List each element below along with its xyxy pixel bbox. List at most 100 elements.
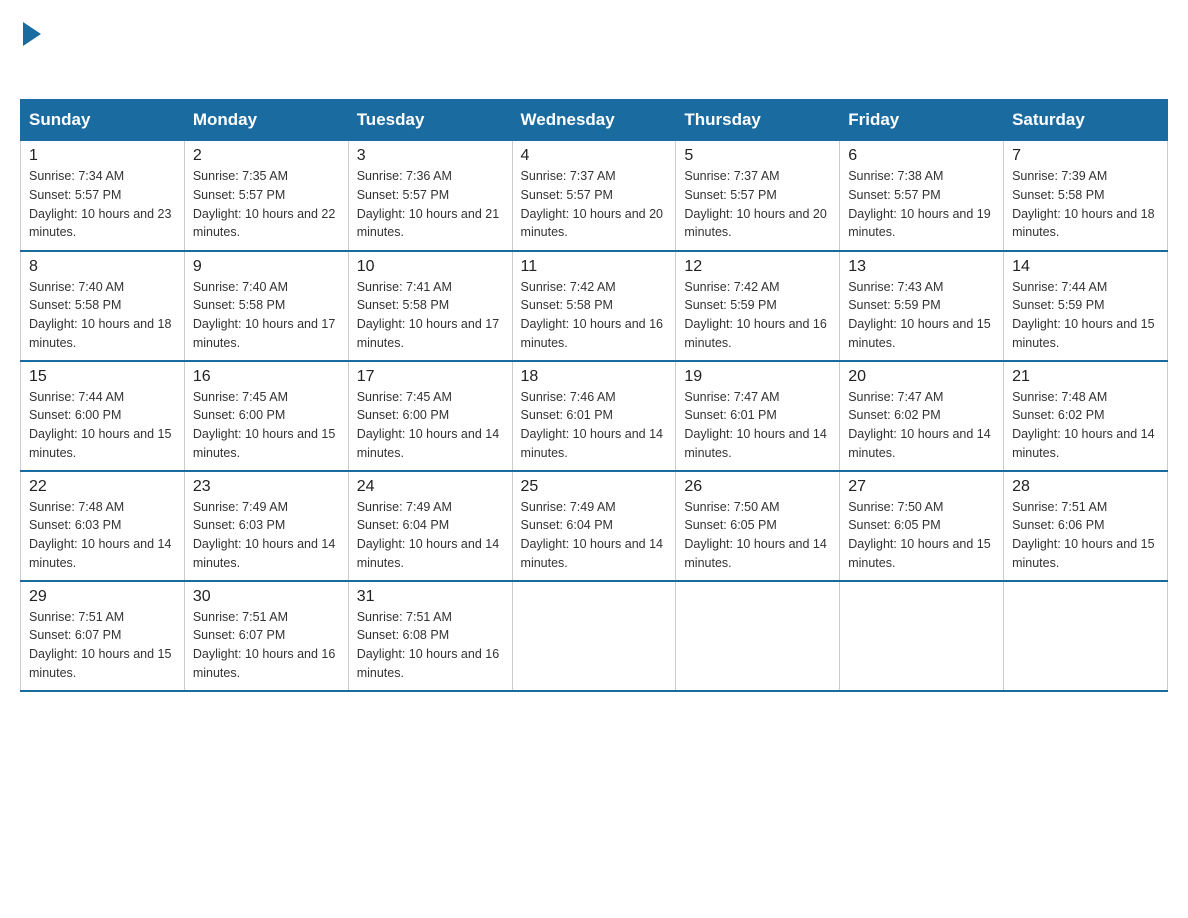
day-number: 3	[357, 147, 504, 165]
calendar-week-row: 8 Sunrise: 7:40 AMSunset: 5:58 PMDayligh…	[21, 251, 1168, 361]
col-header-wednesday: Wednesday	[512, 100, 676, 141]
day-info: Sunrise: 7:35 AMSunset: 5:57 PMDaylight:…	[193, 169, 335, 239]
day-number: 7	[1012, 147, 1159, 165]
calendar-cell: 10 Sunrise: 7:41 AMSunset: 5:58 PMDaylig…	[348, 251, 512, 361]
day-number: 26	[684, 478, 831, 496]
day-number: 5	[684, 147, 831, 165]
calendar-cell: 16 Sunrise: 7:45 AMSunset: 6:00 PMDaylig…	[184, 361, 348, 471]
day-info: Sunrise: 7:48 AMSunset: 6:03 PMDaylight:…	[29, 500, 171, 570]
calendar-week-row: 29 Sunrise: 7:51 AMSunset: 6:07 PMDaylig…	[21, 581, 1168, 691]
day-number: 25	[521, 478, 668, 496]
day-info: Sunrise: 7:42 AMSunset: 5:59 PMDaylight:…	[684, 280, 826, 350]
calendar-cell: 22 Sunrise: 7:48 AMSunset: 6:03 PMDaylig…	[21, 471, 185, 581]
col-header-tuesday: Tuesday	[348, 100, 512, 141]
calendar-week-row: 15 Sunrise: 7:44 AMSunset: 6:00 PMDaylig…	[21, 361, 1168, 471]
day-number: 24	[357, 478, 504, 496]
calendar-cell	[512, 581, 676, 691]
day-info: Sunrise: 7:51 AMSunset: 6:08 PMDaylight:…	[357, 610, 499, 680]
col-header-saturday: Saturday	[1004, 100, 1168, 141]
logo	[20, 20, 41, 79]
calendar-cell: 15 Sunrise: 7:44 AMSunset: 6:00 PMDaylig…	[21, 361, 185, 471]
day-info: Sunrise: 7:49 AMSunset: 6:03 PMDaylight:…	[193, 500, 335, 570]
day-info: Sunrise: 7:51 AMSunset: 6:07 PMDaylight:…	[193, 610, 335, 680]
day-info: Sunrise: 7:38 AMSunset: 5:57 PMDaylight:…	[848, 169, 990, 239]
calendar-cell: 17 Sunrise: 7:45 AMSunset: 6:00 PMDaylig…	[348, 361, 512, 471]
day-info: Sunrise: 7:49 AMSunset: 6:04 PMDaylight:…	[521, 500, 663, 570]
day-number: 9	[193, 258, 340, 276]
calendar-cell: 2 Sunrise: 7:35 AMSunset: 5:57 PMDayligh…	[184, 141, 348, 251]
calendar-cell: 31 Sunrise: 7:51 AMSunset: 6:08 PMDaylig…	[348, 581, 512, 691]
calendar-cell: 9 Sunrise: 7:40 AMSunset: 5:58 PMDayligh…	[184, 251, 348, 361]
day-info: Sunrise: 7:39 AMSunset: 5:58 PMDaylight:…	[1012, 169, 1154, 239]
day-info: Sunrise: 7:44 AMSunset: 5:59 PMDaylight:…	[1012, 280, 1154, 350]
day-number: 1	[29, 147, 176, 165]
day-number: 2	[193, 147, 340, 165]
day-info: Sunrise: 7:40 AMSunset: 5:58 PMDaylight:…	[29, 280, 171, 350]
day-info: Sunrise: 7:43 AMSunset: 5:59 PMDaylight:…	[848, 280, 990, 350]
calendar-cell: 1 Sunrise: 7:34 AMSunset: 5:57 PMDayligh…	[21, 141, 185, 251]
col-header-friday: Friday	[840, 100, 1004, 141]
page-header	[20, 20, 1168, 79]
calendar-cell: 4 Sunrise: 7:37 AMSunset: 5:57 PMDayligh…	[512, 141, 676, 251]
day-number: 11	[521, 258, 668, 276]
calendar-cell: 30 Sunrise: 7:51 AMSunset: 6:07 PMDaylig…	[184, 581, 348, 691]
day-number: 29	[29, 588, 176, 606]
calendar-cell: 24 Sunrise: 7:49 AMSunset: 6:04 PMDaylig…	[348, 471, 512, 581]
day-info: Sunrise: 7:46 AMSunset: 6:01 PMDaylight:…	[521, 390, 663, 460]
calendar-header-row: SundayMondayTuesdayWednesdayThursdayFrid…	[21, 100, 1168, 141]
calendar-week-row: 1 Sunrise: 7:34 AMSunset: 5:57 PMDayligh…	[21, 141, 1168, 251]
day-info: Sunrise: 7:41 AMSunset: 5:58 PMDaylight:…	[357, 280, 499, 350]
day-number: 13	[848, 258, 995, 276]
calendar-cell: 26 Sunrise: 7:50 AMSunset: 6:05 PMDaylig…	[676, 471, 840, 581]
col-header-sunday: Sunday	[21, 100, 185, 141]
calendar-cell: 28 Sunrise: 7:51 AMSunset: 6:06 PMDaylig…	[1004, 471, 1168, 581]
day-info: Sunrise: 7:44 AMSunset: 6:00 PMDaylight:…	[29, 390, 171, 460]
calendar-cell: 29 Sunrise: 7:51 AMSunset: 6:07 PMDaylig…	[21, 581, 185, 691]
day-info: Sunrise: 7:49 AMSunset: 6:04 PMDaylight:…	[357, 500, 499, 570]
day-info: Sunrise: 7:37 AMSunset: 5:57 PMDaylight:…	[521, 169, 663, 239]
day-number: 30	[193, 588, 340, 606]
logo-chevron-icon	[23, 22, 41, 46]
day-number: 14	[1012, 258, 1159, 276]
day-number: 22	[29, 478, 176, 496]
calendar-cell: 12 Sunrise: 7:42 AMSunset: 5:59 PMDaylig…	[676, 251, 840, 361]
calendar-cell: 20 Sunrise: 7:47 AMSunset: 6:02 PMDaylig…	[840, 361, 1004, 471]
calendar-cell	[676, 581, 840, 691]
calendar-cell: 3 Sunrise: 7:36 AMSunset: 5:57 PMDayligh…	[348, 141, 512, 251]
day-info: Sunrise: 7:40 AMSunset: 5:58 PMDaylight:…	[193, 280, 335, 350]
day-info: Sunrise: 7:51 AMSunset: 6:07 PMDaylight:…	[29, 610, 171, 680]
day-info: Sunrise: 7:50 AMSunset: 6:05 PMDaylight:…	[848, 500, 990, 570]
day-info: Sunrise: 7:36 AMSunset: 5:57 PMDaylight:…	[357, 169, 499, 239]
day-number: 31	[357, 588, 504, 606]
calendar-cell: 21 Sunrise: 7:48 AMSunset: 6:02 PMDaylig…	[1004, 361, 1168, 471]
calendar-cell: 14 Sunrise: 7:44 AMSunset: 5:59 PMDaylig…	[1004, 251, 1168, 361]
day-info: Sunrise: 7:47 AMSunset: 6:02 PMDaylight:…	[848, 390, 990, 460]
day-number: 20	[848, 368, 995, 386]
calendar-cell: 27 Sunrise: 7:50 AMSunset: 6:05 PMDaylig…	[840, 471, 1004, 581]
day-number: 16	[193, 368, 340, 386]
col-header-monday: Monday	[184, 100, 348, 141]
calendar-cell: 11 Sunrise: 7:42 AMSunset: 5:58 PMDaylig…	[512, 251, 676, 361]
day-number: 4	[521, 147, 668, 165]
calendar-cell: 23 Sunrise: 7:49 AMSunset: 6:03 PMDaylig…	[184, 471, 348, 581]
day-number: 12	[684, 258, 831, 276]
day-info: Sunrise: 7:34 AMSunset: 5:57 PMDaylight:…	[29, 169, 171, 239]
calendar-table: SundayMondayTuesdayWednesdayThursdayFrid…	[20, 99, 1168, 692]
col-header-thursday: Thursday	[676, 100, 840, 141]
day-info: Sunrise: 7:51 AMSunset: 6:06 PMDaylight:…	[1012, 500, 1154, 570]
calendar-cell: 13 Sunrise: 7:43 AMSunset: 5:59 PMDaylig…	[840, 251, 1004, 361]
calendar-cell: 6 Sunrise: 7:38 AMSunset: 5:57 PMDayligh…	[840, 141, 1004, 251]
day-info: Sunrise: 7:42 AMSunset: 5:58 PMDaylight:…	[521, 280, 663, 350]
calendar-cell: 8 Sunrise: 7:40 AMSunset: 5:58 PMDayligh…	[21, 251, 185, 361]
day-number: 21	[1012, 368, 1159, 386]
day-number: 8	[29, 258, 176, 276]
day-number: 19	[684, 368, 831, 386]
calendar-week-row: 22 Sunrise: 7:48 AMSunset: 6:03 PMDaylig…	[21, 471, 1168, 581]
calendar-cell: 5 Sunrise: 7:37 AMSunset: 5:57 PMDayligh…	[676, 141, 840, 251]
day-number: 10	[357, 258, 504, 276]
day-number: 17	[357, 368, 504, 386]
day-number: 15	[29, 368, 176, 386]
day-info: Sunrise: 7:48 AMSunset: 6:02 PMDaylight:…	[1012, 390, 1154, 460]
day-info: Sunrise: 7:50 AMSunset: 6:05 PMDaylight:…	[684, 500, 826, 570]
day-info: Sunrise: 7:45 AMSunset: 6:00 PMDaylight:…	[193, 390, 335, 460]
